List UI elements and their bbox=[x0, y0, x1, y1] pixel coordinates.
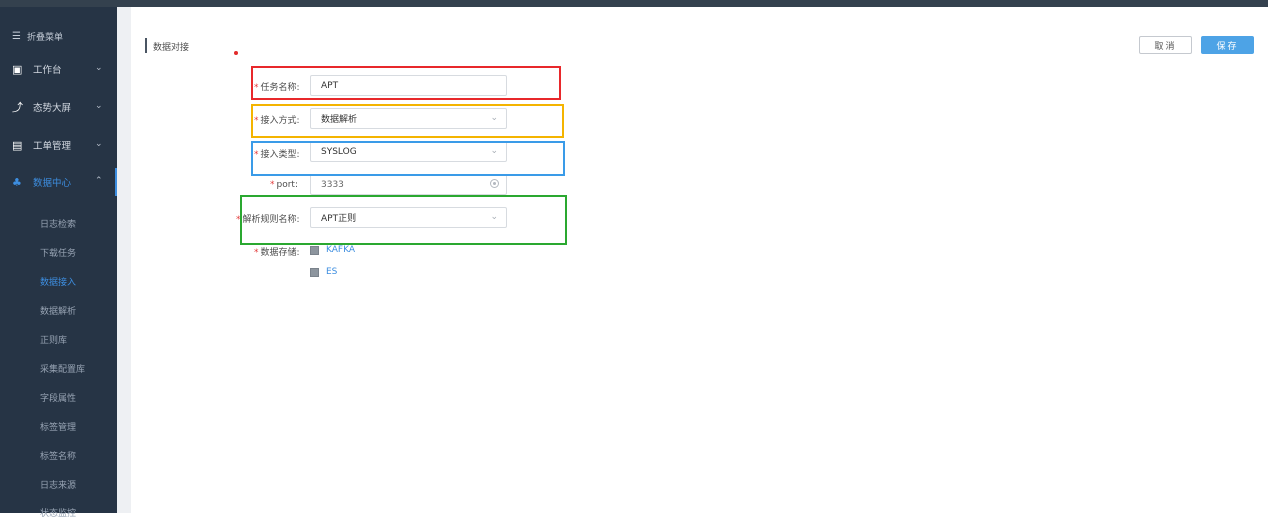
sidebar-item-data-center[interactable]: ♣ 数据中心 ⌃ bbox=[0, 168, 117, 196]
sidebar-item-situation-screen[interactable]: ⤴ 态势大屏 ⌄ bbox=[0, 93, 117, 121]
save-button[interactable]: 保存 bbox=[1201, 36, 1254, 54]
sidebar-subitem[interactable]: 下载任务 bbox=[40, 246, 76, 259]
kafka-checkbox-row[interactable]: KAFKA bbox=[310, 245, 355, 255]
sidebar-subitem[interactable]: 标签管理 bbox=[40, 420, 76, 433]
sidebar-item-label: 工单管理 bbox=[33, 141, 72, 152]
sidebar-subitem[interactable]: 日志检索 bbox=[40, 217, 76, 230]
top-bar bbox=[0, 0, 1268, 7]
port-label: * port: bbox=[270, 180, 298, 190]
kafka-checkbox-label: KAFKA bbox=[326, 245, 355, 255]
sidebar-subitem[interactable]: 日志来源 bbox=[40, 478, 76, 491]
sidebar-subitem-current[interactable]: 数据接入 bbox=[40, 275, 76, 288]
menu-icon: ☰ bbox=[12, 31, 21, 42]
sidebar-edge bbox=[117, 7, 131, 513]
collapse-menu-label: 折叠菜单 bbox=[27, 33, 64, 43]
stepper-icon[interactable] bbox=[490, 179, 499, 188]
monitor-icon: ▣ bbox=[12, 62, 23, 76]
sidebar-subitem[interactable]: 正则库 bbox=[40, 333, 67, 346]
es-checkbox-label: ES bbox=[326, 267, 338, 277]
highlight-box-green bbox=[240, 195, 567, 245]
storage-label: * 数据存储: bbox=[254, 248, 300, 258]
sidebar-item-workbench[interactable]: ▣ 工作台 ⌄ bbox=[0, 55, 117, 83]
active-indicator bbox=[115, 168, 117, 196]
sidebar-item-label: 工作台 bbox=[33, 65, 62, 76]
sidebar-item-ticket-management[interactable]: ▤ 工单管理 ⌄ bbox=[0, 131, 117, 159]
users-icon: ♣ bbox=[12, 175, 22, 189]
chevron-down-icon: ⌄ bbox=[95, 63, 103, 73]
sidebar-subitem[interactable]: 数据解析 bbox=[40, 304, 76, 317]
sidebar-item-label: 态势大屏 bbox=[33, 103, 72, 114]
chevron-down-icon: ⌄ bbox=[95, 101, 103, 111]
document-icon: ▤ bbox=[12, 138, 23, 152]
required-dot bbox=[234, 51, 238, 55]
sidebar-subitem[interactable]: 采集配置库 bbox=[40, 362, 85, 375]
cancel-button[interactable]: 取消 bbox=[1139, 36, 1192, 54]
highlight-box-yellow bbox=[251, 104, 564, 138]
sidebar-subitem[interactable]: 标签名称 bbox=[40, 449, 76, 462]
kafka-checkbox[interactable] bbox=[310, 245, 319, 255]
es-checkbox-row[interactable]: ES bbox=[310, 267, 337, 277]
collapse-menu-button[interactable]: ☰ 折叠菜单 bbox=[12, 30, 63, 43]
sidebar-item-label: 数据中心 bbox=[33, 178, 72, 189]
page-title: 数据对接 bbox=[153, 43, 190, 53]
es-checkbox[interactable] bbox=[310, 267, 319, 277]
chevron-up-icon: ⌃ bbox=[95, 176, 103, 186]
chevron-down-icon: ⌄ bbox=[95, 139, 103, 149]
highlight-box-red bbox=[251, 66, 561, 100]
chart-icon: ⤴ bbox=[12, 100, 23, 114]
highlight-box-blue bbox=[251, 141, 565, 176]
title-accent-bar bbox=[145, 38, 147, 53]
port-input[interactable]: 3333 bbox=[310, 174, 507, 195]
sidebar-subitem[interactable]: 字段属性 bbox=[40, 391, 76, 404]
